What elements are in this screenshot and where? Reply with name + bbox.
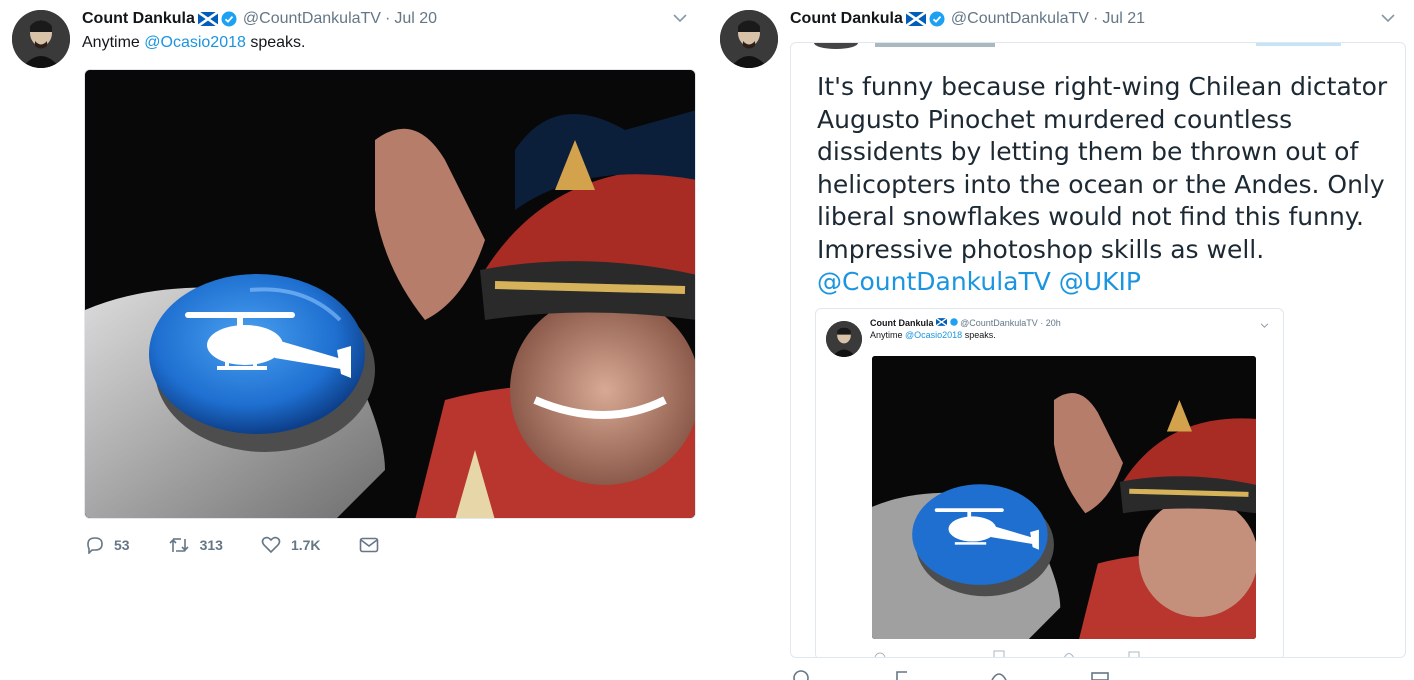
body-line: liberal snowflakes would not find this f… — [817, 202, 1364, 231]
verified-badge-icon — [221, 11, 237, 27]
body-line: dissidents by letting them be thrown out… — [817, 137, 1359, 166]
body-line: Impressive photoshop skills as well. — [817, 234, 1265, 264]
tweet-text-prefix: Anytime — [82, 34, 145, 51]
scotland-flag-icon — [197, 12, 218, 26]
scotland-flag-icon — [935, 317, 948, 327]
verified-badge-icon — [929, 11, 945, 27]
separator: · — [1092, 10, 1099, 27]
tweet-date: 20h — [1045, 318, 1061, 328]
chevron-down-icon — [1260, 323, 1269, 328]
body-line: Augusto Pinochet murdered countless — [817, 104, 1293, 134]
reply-icon — [87, 537, 103, 554]
like-action[interactable]: 1.7K — [261, 536, 321, 554]
tweet-left: Count Dankula @CountDankulaTV · Jul 20 A… — [0, 0, 706, 680]
tweet-text-suffix: speaks. — [962, 330, 996, 340]
chevron-down-icon[interactable] — [672, 10, 688, 26]
author-handle[interactable]: @CountDankulaTV — [951, 10, 1089, 28]
retweet-action[interactable]: 313 — [168, 536, 223, 554]
retweet-count: 313 — [199, 537, 223, 553]
avatar — [826, 321, 862, 357]
tweet-header: Count Dankula @CountDankulaTV · Jul 20 — [82, 8, 437, 30]
avatar[interactable] — [720, 10, 778, 68]
tweet-actions: 53 313 1.7K — [86, 536, 427, 554]
retweet-icon — [169, 538, 189, 552]
author-handle: @CountDankulaTV — [960, 318, 1038, 328]
embedded-tweet[interactable]: Count Dankula @CountDankulaTV · 20h Anyt… — [815, 308, 1284, 657]
separator: · — [384, 10, 391, 27]
chevron-down-icon[interactable] — [1380, 10, 1396, 26]
tweet-text-prefix: Anytime — [870, 330, 906, 340]
like-count: 1.7K — [290, 537, 321, 553]
embedded-tweet-header: Count Dankula @CountDankulaTV · 20h — [870, 317, 1061, 328]
quoted-tweet-body: It's funny because right-wing Chilean di… — [817, 71, 1397, 299]
embedded-tweet-text: Anytime @Ocasio2018 speaks. — [870, 330, 996, 340]
scotland-flag-icon — [905, 12, 926, 26]
author-name[interactable]: Count Dankula — [82, 10, 195, 28]
like-icon — [261, 536, 281, 554]
tweet-actions-cropped — [793, 670, 1109, 680]
quoted-tweet-screenshot[interactable]: It's funny because right-wing Chilean di… — [790, 42, 1406, 658]
mention-links[interactable]: @CountDankulaTV @UKIP — [817, 266, 1397, 299]
tweet-text-suffix: speaks. — [245, 34, 306, 51]
mention-link: @Ocasio2018 — [905, 330, 963, 340]
tweet-right: Count Dankula @CountDankulaTV · Jul 21 I… — [708, 0, 1414, 680]
author-handle[interactable]: @CountDankulaTV — [243, 10, 381, 28]
tweet-text: Anytime @Ocasio2018 speaks. — [82, 34, 305, 52]
direct-message-icon — [359, 537, 378, 553]
reply-count: 53 — [114, 537, 130, 553]
avatar[interactable] — [12, 10, 70, 68]
direct-message-action[interactable] — [359, 537, 389, 553]
tweet-header: Count Dankula @CountDankulaTV · Jul 21 — [790, 8, 1145, 30]
verified-badge-icon — [949, 318, 958, 326]
author-name: Count Dankula — [870, 318, 934, 328]
tweet-date[interactable]: Jul 21 — [1102, 10, 1145, 28]
body-line: helicopters into the ocean or the Andes.… — [817, 169, 1385, 199]
mention-link[interactable]: @Ocasio2018 — [144, 34, 246, 51]
cropped-header-strip — [814, 43, 1341, 49]
tweet-media-image[interactable] — [84, 69, 696, 519]
tweet-date[interactable]: Jul 20 — [394, 10, 437, 28]
embedded-tweet-actions-cropped — [874, 650, 1140, 657]
reply-action[interactable]: 53 — [86, 536, 130, 554]
body-line: It's funny because right-wing Chilean di… — [817, 72, 1388, 101]
separator: · — [1040, 318, 1044, 328]
embedded-tweet-media-image — [872, 356, 1256, 639]
author-name[interactable]: Count Dankula — [790, 10, 903, 28]
